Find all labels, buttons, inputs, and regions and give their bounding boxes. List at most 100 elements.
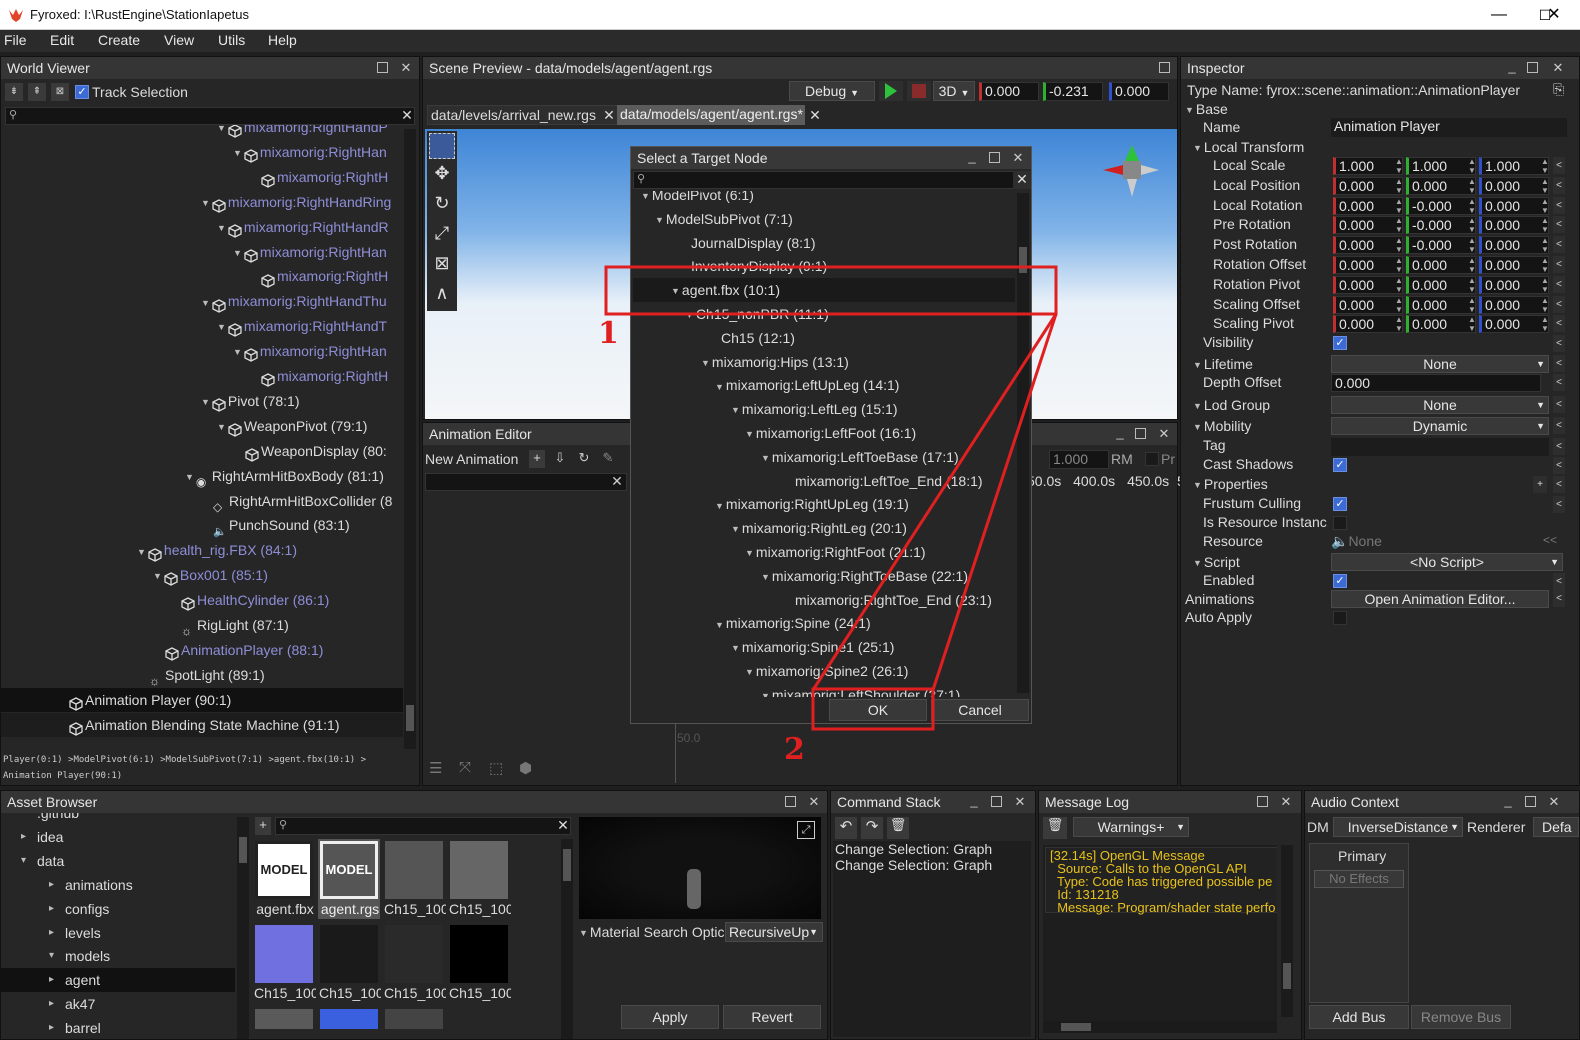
tree-row[interactable]: ▼ mixamorig:RightHan⁠	[1, 240, 403, 264]
import-animation-icon[interactable]: ⇩	[551, 450, 569, 468]
maximize-panel-button[interactable]	[1257, 796, 1268, 807]
clear-log-trash-icon[interactable]: 🗑	[1043, 817, 1067, 839]
node-row[interactable]: ▼ mixamorig:LeftFoot (16:1)	[633, 421, 1015, 445]
expand-arrow-icon[interactable]: ▼	[745, 660, 754, 684]
locate-selection-icon[interactable]: ⊠	[51, 83, 69, 101]
node-row[interactable]: ▼ ModelSubPivot (7:1)	[633, 207, 1015, 231]
command-item[interactable]: Change Selection: Graph	[835, 841, 992, 857]
expand-arrow-icon[interactable]: ▼	[217, 315, 226, 339]
tree-row[interactable]: WeaponDisplay (80:	[1, 439, 403, 463]
asset-item[interactable]: Ch15_100	[318, 923, 381, 1003]
spin-arrows-icon[interactable]: ▲ ▼	[1395, 197, 1403, 215]
folder-row[interactable]: ▸ animations	[1, 873, 235, 897]
close-panel-button[interactable]: ✕	[807, 795, 821, 809]
expand-arrow-icon[interactable]: ▼	[1193, 558, 1202, 568]
spin-arrows-icon[interactable]: ▲ ▼	[1468, 276, 1476, 294]
vec-component-field[interactable]: 0.000	[1479, 315, 1549, 334]
vec-component-field[interactable]: 0.000	[1333, 295, 1403, 314]
spin-arrows-icon[interactable]: ▲ ▼	[1395, 256, 1403, 274]
revert-arrow-icon[interactable]: <	[1553, 496, 1565, 513]
expand-arrow-icon[interactable]: ▼	[233, 340, 242, 364]
tab-arrival-new[interactable]: data/levels/arrival_new.rgs	[427, 105, 619, 125]
lifetime-dropdown[interactable]: None ▼	[1331, 355, 1549, 373]
expand-arrow-icon[interactable]: ▸	[49, 873, 54, 897]
tree-row[interactable]: ☼ SpotLight (89:1)	[1, 663, 403, 688]
tag-field[interactable]	[1331, 438, 1549, 456]
base-section[interactable]: ▼ Base	[1185, 101, 1228, 117]
tree-row[interactable]: ▼ Box001 (85:1)	[1, 563, 403, 587]
tree-row[interactable]: ▼ health_rig.FBX (84:1)	[1, 538, 403, 562]
node-row[interactable]: JournalDisplay (8:1)	[633, 231, 1015, 255]
expand-arrow-icon[interactable]: ▸	[49, 992, 54, 1016]
distance-model-dropdown[interactable]: InverseDistance ▼	[1333, 817, 1463, 837]
expand-arrow-icon[interactable]: ▼	[685, 303, 694, 327]
expand-arrow-icon[interactable]: ▼	[761, 684, 770, 697]
tree-row[interactable]: 🔈 PunchSound (83:1)	[1, 513, 403, 537]
expand-arrow-icon[interactable]: ▼	[745, 422, 754, 446]
vec-component-field[interactable]: 0.000	[1333, 196, 1403, 215]
folder-row[interactable]: ▾ data	[1, 849, 235, 873]
redo-icon[interactable]: ↷	[861, 817, 883, 839]
expand-arrow-icon[interactable]: ▼	[761, 446, 770, 470]
stop-button[interactable]	[907, 81, 931, 101]
scale-tool-icon[interactable]: ⤢	[429, 223, 455, 249]
expand-arrow-icon[interactable]: ▼	[233, 241, 242, 265]
spin-arrows-icon[interactable]: ▲ ▼	[1395, 236, 1403, 254]
cube-icon[interactable]: ⬢	[519, 759, 541, 779]
tree-row[interactable]: mixamorig:RightH	[1, 364, 403, 388]
expand-arrow-icon[interactable]: ▼	[217, 125, 226, 140]
spin-arrows-icon[interactable]: ▲ ▼	[1468, 197, 1476, 215]
vec-component-field[interactable]: 1.000	[1406, 157, 1476, 175]
close-panel-button[interactable]: ✕	[399, 61, 413, 75]
maximize-panel-button[interactable]	[991, 796, 1002, 807]
vec-component-field[interactable]: 0.000	[1333, 216, 1403, 235]
revert-arrow-icon[interactable]: <	[1553, 438, 1565, 455]
node-row[interactable]: ▼ agent.fbx (10:1)	[633, 278, 1015, 303]
clear-trash-icon[interactable]: 🗑	[887, 817, 909, 839]
maximize-panel-button[interactable]	[785, 796, 796, 807]
node-row[interactable]: ▼ mixamorig:LeftUpLeg (14:1)	[633, 373, 1015, 397]
node-row[interactable]: mixamorig:RightToe_End (23:1)	[633, 588, 1015, 612]
vec-component-field[interactable]: -0.000	[1406, 196, 1476, 215]
vec-component-field[interactable]: 0.000	[1333, 315, 1403, 334]
expand-arrow-icon[interactable]: ▼	[201, 291, 210, 315]
spin-arrows-icon[interactable]: ▲ ▼	[1541, 296, 1549, 314]
ok-button[interactable]: OK	[829, 699, 927, 721]
folder-row[interactable]: .github	[1, 813, 235, 825]
node-row[interactable]: ▼ ModelPivot (6:1)	[633, 191, 1015, 207]
minimize-panel-button[interactable]: _	[1501, 794, 1515, 808]
is-resource-instance-checkbox[interactable]	[1333, 516, 1347, 530]
debug-mode-dropdown[interactable]: Debug ▼	[789, 81, 875, 101]
node-row[interactable]: ▼ mixamorig:LeftShoulder (27:1)	[633, 683, 1015, 697]
fullscreen-icon[interactable]: ⤢	[797, 821, 815, 839]
expand-arrow-icon[interactable]: ▼	[201, 191, 210, 215]
texture-thumbnail[interactable]	[320, 1009, 378, 1029]
tree-row[interactable]: mixamorig:RightH	[1, 264, 403, 288]
spin-arrows-icon[interactable]: ▲ ▼	[1468, 216, 1476, 234]
command-item[interactable]: Change Selection: Graph	[835, 857, 992, 873]
menu-view[interactable]: View	[164, 32, 194, 48]
spin-arrows-icon[interactable]: ▲ ▼	[1395, 276, 1403, 294]
node-row[interactable]: ▼ mixamorig:Spine2 (26:1)	[633, 659, 1015, 683]
maximize-panel-button[interactable]	[1525, 796, 1536, 807]
node-row[interactable]: ▼ mixamorig:RightLeg (20:1)	[633, 516, 1015, 540]
folder-row[interactable]: ▸ levels	[1, 921, 235, 945]
minimize-panel-button[interactable]: _	[967, 794, 981, 808]
expand-arrow-icon[interactable]: ▼	[1193, 143, 1202, 153]
lifetime-section[interactable]: ▼ Lifetime	[1193, 356, 1253, 372]
mobility-dropdown[interactable]: Dynamic ▼	[1331, 417, 1549, 435]
expand-arrow-icon[interactable]: ▸	[49, 897, 54, 921]
expand-arrow-icon[interactable]: ▼	[185, 465, 194, 489]
apply-button[interactable]: Apply	[621, 1005, 719, 1029]
expand-all-icon[interactable]: ⇞	[28, 83, 46, 101]
select-tool-icon[interactable]	[429, 133, 455, 159]
revert-arrow-icon[interactable]: <	[1553, 457, 1565, 474]
asset-item[interactable]: Ch15_100	[383, 839, 446, 919]
expand-arrow-icon[interactable]: ▼	[671, 279, 680, 303]
node-row[interactable]: ▼ mixamorig:RightToeBase (22:1)	[633, 564, 1015, 588]
spin-arrows-icon[interactable]: ▲ ▼	[1468, 177, 1476, 195]
asset-item[interactable]: Ch15_100	[448, 839, 511, 919]
world-search-input[interactable]: ⚲	[5, 107, 415, 125]
close-panel-button[interactable]: ✕	[1013, 795, 1027, 809]
expand-arrow-icon[interactable]: ▼	[153, 564, 162, 588]
